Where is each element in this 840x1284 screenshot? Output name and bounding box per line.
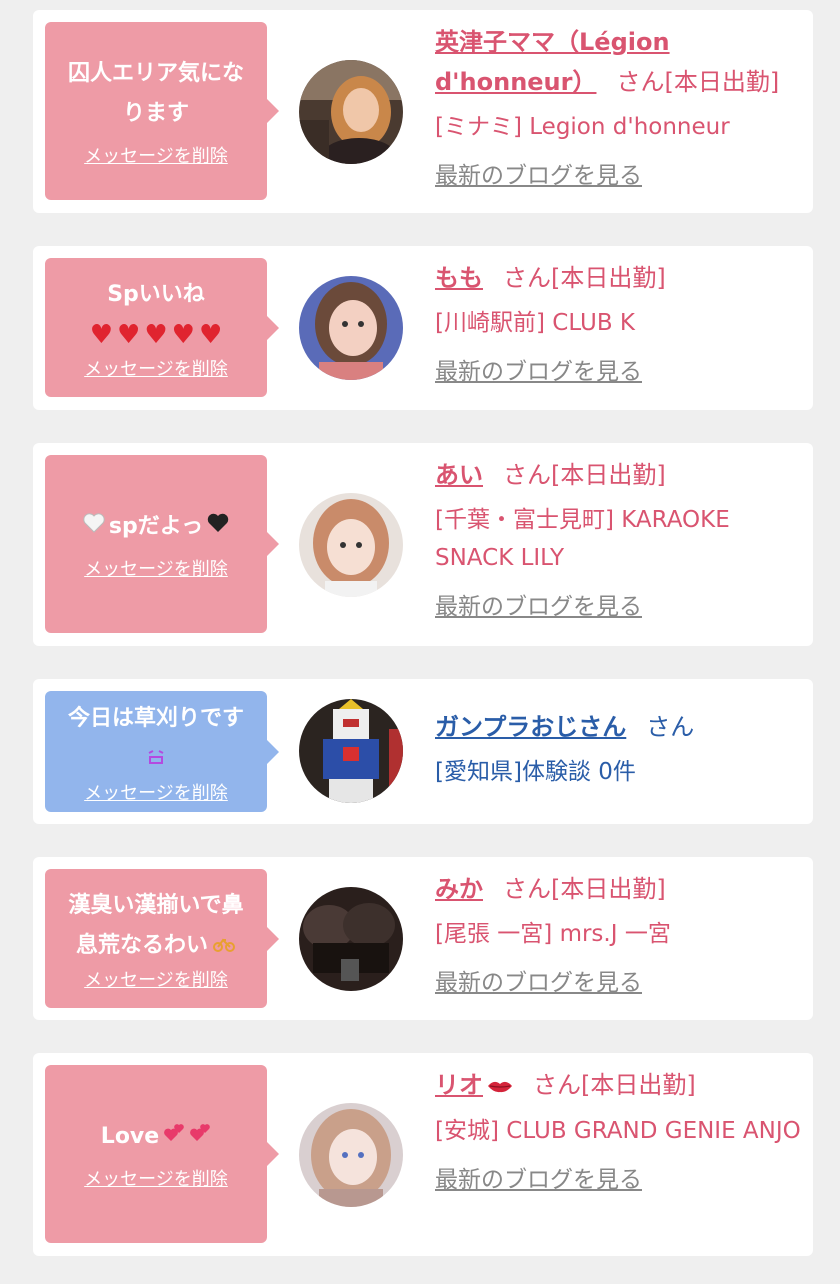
message-bubble: 今日は草刈りです メッセージを削除 (45, 691, 279, 812)
cast-status: さん[本日出勤] (616, 68, 780, 96)
black-heart-icon (207, 507, 229, 547)
two-hearts-icon (189, 1117, 211, 1157)
white-heart-icon (83, 507, 105, 547)
cast-name-link[interactable]: みか (435, 875, 483, 903)
message-card: 漢臭い漢揃いで鼻 息荒なるわい メッセージを削除 みか さん[本日出勤] [尾張 … (33, 857, 813, 1020)
shop-name: [ミナミ] Legion d'honneur (435, 114, 730, 140)
message-text: 今日は草刈りです (68, 699, 244, 779)
cast-name-link[interactable]: もも (435, 264, 483, 292)
delete-message-link[interactable]: メッセージを削除 (84, 142, 228, 168)
message-text: 漢臭い漢揃いで鼻 息荒なるわい (68, 886, 243, 966)
avatar[interactable] (299, 60, 403, 164)
cast-info: 英津子ママ（Légion d'honneur） さん[本日出勤] [ミナミ] Le… (435, 22, 805, 190)
message-text: spだよっ (83, 507, 229, 547)
two-hearts-icon (163, 1117, 185, 1157)
latest-blog-link[interactable]: 最新のブログを見る (435, 156, 642, 190)
latest-blog-link[interactable]: 最新のブログを見る (435, 587, 642, 621)
message-bubble: Spいいね ♥ ♥ ♥ ♥ ♥ メッセージを削除 (45, 258, 279, 397)
message-card: 囚人エリア気にな ります メッセージを削除 英津子ママ（Légion d'hon… (33, 10, 813, 213)
shop-name: [尾張 一宮] mrs.J 一宮 (435, 921, 671, 947)
avatar[interactable] (299, 1103, 403, 1207)
hearts-emoji: ♥ ♥ ♥ ♥ ♥ (89, 319, 223, 350)
delete-message-link[interactable]: メッセージを削除 (84, 966, 228, 992)
cast-status: さん[本日出勤] (503, 875, 666, 903)
avatar[interactable] (299, 699, 403, 803)
cast-info: みか さん[本日出勤] [尾張 一宮] mrs.J 一宮 最新のブログを見る (435, 869, 805, 997)
message-text: 囚人エリア気にな ります (67, 61, 244, 126)
cast-status: さん (646, 713, 695, 741)
delete-message-link[interactable]: メッセージを削除 (84, 555, 228, 581)
latest-blog-link[interactable]: 最新のブログを見る (435, 352, 642, 386)
latest-blog-link[interactable]: 最新のブログを見る (435, 1160, 642, 1194)
shop-name: [千葉・富士見町] KARAOKE SNACK LILY (435, 507, 730, 571)
message-text: Spいいね ♥ ♥ ♥ ♥ ♥ (90, 275, 223, 355)
delete-message-link[interactable]: メッセージを削除 (84, 355, 228, 381)
cast-name-link[interactable]: ガンプラおじさん (435, 713, 626, 741)
shop-name: [川崎駅前] CLUB K (435, 310, 635, 336)
cast-info: ガンプラおじさん さん [愛知県]体験談 0件 (435, 707, 805, 791)
grinning-face-icon (147, 739, 165, 779)
delete-message-link[interactable]: メッセージを削除 (84, 1165, 228, 1191)
shop-name: [愛知県]体験談 0件 (435, 759, 636, 785)
message-card: Love メッセージを削除 リオ さん[本日出勤] [安城] CLUB GRAND… (33, 1053, 813, 1256)
message-bubble: 漢臭い漢揃いで鼻 息荒なるわい メッセージを削除 (45, 869, 279, 1008)
cast-status: さん[本日出勤] (533, 1071, 696, 1099)
avatar[interactable] (299, 493, 403, 597)
lips-icon (487, 1066, 513, 1106)
delete-message-link[interactable]: メッセージを削除 (84, 779, 228, 805)
cast-info: リオ さん[本日出勤] [安城] CLUB GRAND GENIE ANJO 最新… (435, 1065, 805, 1194)
cast-name-link[interactable]: あい (435, 461, 483, 489)
message-bubble: spだよっ メッセージを削除 (45, 455, 279, 633)
message-card: 今日は草刈りです メッセージを削除 ガンプラおじさん さん [愛知県]体験談 0件 (33, 679, 813, 824)
latest-blog-link[interactable]: 最新のブログを見る (435, 963, 642, 997)
cast-info: あい さん[本日出勤] [千葉・富士見町] KARAOKE SNACK LILY … (435, 455, 805, 621)
message-bubble: Love メッセージを削除 (45, 1065, 279, 1243)
message-card: spだよっ メッセージを削除 あい さん[本日出勤] [千葉・富士見町] KARA… (33, 443, 813, 646)
cast-name-link[interactable]: リオ (435, 1071, 513, 1099)
message-bubble: 囚人エリア気にな ります メッセージを削除 (45, 22, 279, 200)
avatar[interactable] (299, 276, 403, 380)
shop-name: [安城] CLUB GRAND GENIE ANJO (435, 1118, 801, 1144)
cast-status: さん[本日出勤] (503, 461, 666, 489)
cast-status: さん[本日出勤] (503, 264, 666, 292)
bicycle-icon (212, 926, 236, 966)
message-card: Spいいね ♥ ♥ ♥ ♥ ♥ メッセージを削除 もも さん[本日出勤] [川崎駅前] C… (33, 246, 813, 410)
message-text: Love (101, 1117, 211, 1157)
avatar[interactable] (299, 887, 403, 991)
cast-info: もも さん[本日出勤] [川崎駅前] CLUB K 最新のブログを見る (435, 258, 805, 386)
